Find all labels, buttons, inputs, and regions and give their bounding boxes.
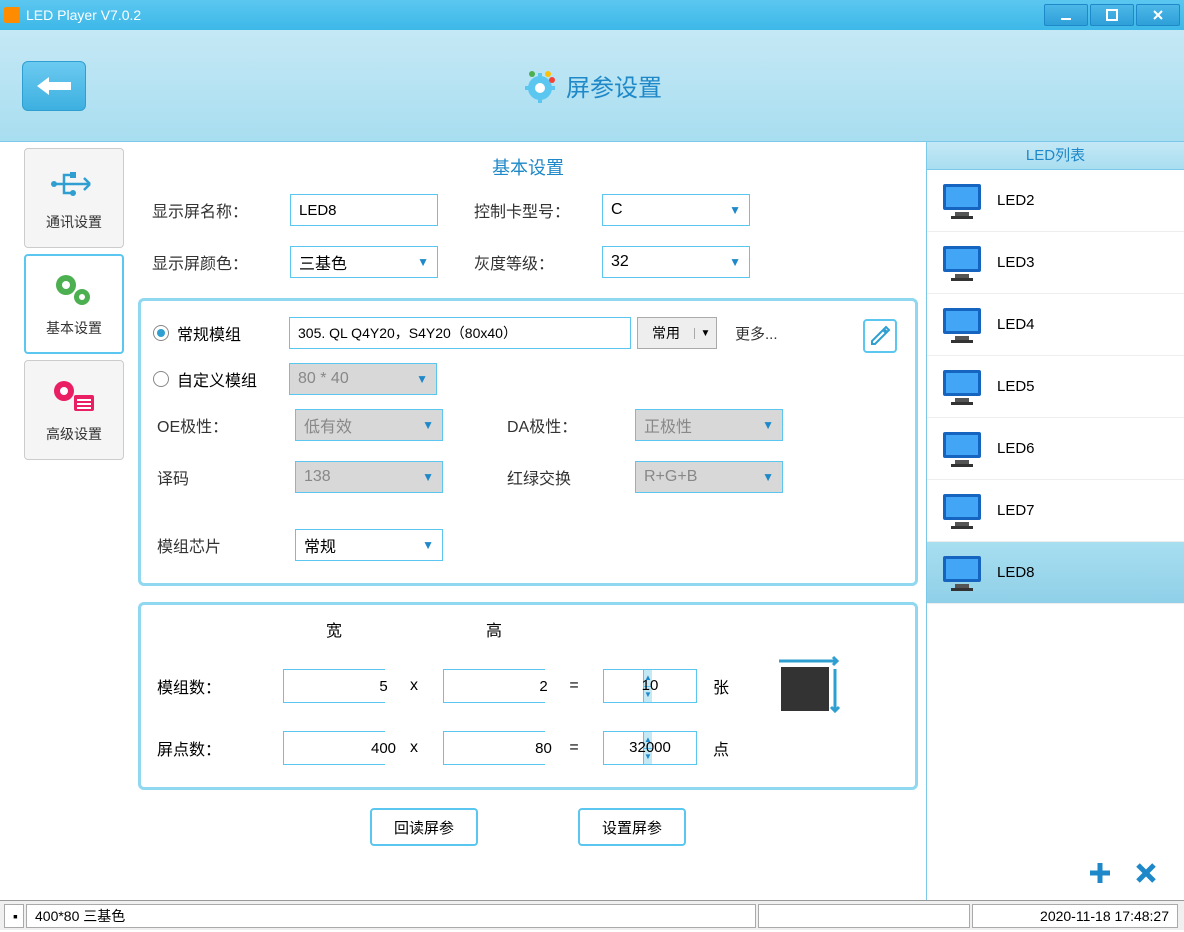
led-list-item[interactable]: LED5 bbox=[927, 356, 1184, 418]
module-total: 10 bbox=[603, 669, 697, 703]
minimize-button[interactable] bbox=[1044, 4, 1088, 26]
screen-color-select[interactable]: 三基色▼ bbox=[290, 246, 438, 278]
label-decode: 译码 bbox=[157, 465, 295, 489]
led-list-item[interactable]: LED6 bbox=[927, 418, 1184, 480]
gears-icon bbox=[50, 270, 98, 310]
chip-select[interactable]: 常规▼ bbox=[295, 529, 443, 561]
side-tabs: 通讯设置 基本设置 高级设置 bbox=[0, 142, 130, 900]
tab-label: 高级设置 bbox=[46, 424, 102, 444]
oe-select: 低有效▼ bbox=[295, 409, 443, 441]
common-dropdown-button[interactable]: 常用▼ bbox=[637, 317, 717, 349]
da-select: 正极性▼ bbox=[635, 409, 783, 441]
card-model-select[interactable]: C▼ bbox=[602, 194, 750, 226]
dot-width-spinner[interactable]: ▲▼ bbox=[283, 731, 385, 765]
app-title: LED Player V7.0.2 bbox=[26, 7, 141, 23]
label-chip: 模组芯片 bbox=[157, 533, 295, 557]
back-button[interactable] bbox=[22, 61, 86, 111]
screen-name-input[interactable] bbox=[290, 194, 438, 226]
monitor-icon bbox=[941, 554, 983, 592]
delete-led-button[interactable] bbox=[1132, 859, 1160, 887]
label-gray-level: 灰度等级： bbox=[474, 250, 602, 274]
rgb-select: R+G+B▼ bbox=[635, 461, 783, 493]
led-list: LED2LED3LED4LED5LED6LED7LED8 bbox=[927, 170, 1184, 846]
more-link[interactable]: 更多... bbox=[735, 323, 778, 344]
monitor-icon bbox=[941, 368, 983, 406]
module-desc-input[interactable] bbox=[289, 317, 631, 349]
pencil-icon bbox=[869, 325, 891, 347]
dot-height-spinner[interactable]: ▲▼ bbox=[443, 731, 545, 765]
led-list-title: LED列表 bbox=[927, 142, 1184, 170]
led-list-item[interactable]: LED2 bbox=[927, 170, 1184, 232]
status-icon: ▪ bbox=[4, 904, 24, 928]
radio-icon bbox=[153, 325, 169, 341]
led-list-item[interactable]: LED3 bbox=[927, 232, 1184, 294]
gray-level-select[interactable]: 32▼ bbox=[602, 246, 750, 278]
module-height-spinner[interactable]: ▲▼ bbox=[443, 669, 545, 703]
toolbar: 屏参设置 bbox=[0, 30, 1184, 142]
tab-label: 基本设置 bbox=[46, 318, 102, 338]
gear-list-icon bbox=[50, 376, 98, 416]
led-list-item[interactable]: LED4 bbox=[927, 294, 1184, 356]
decode-select: 138▼ bbox=[295, 461, 443, 493]
statusbar: ▪ 400*80 三基色 2020-11-18 17:48:27 bbox=[0, 900, 1184, 930]
add-led-button[interactable] bbox=[1086, 859, 1114, 887]
settings-gear-icon bbox=[522, 68, 558, 104]
set-params-button[interactable]: 设置屏参 bbox=[578, 808, 686, 846]
tab-comm-settings[interactable]: 通讯设置 bbox=[24, 148, 124, 248]
monitor-icon bbox=[941, 182, 983, 220]
dimension-panel: 宽 高 模组数： ▲▼ x ▲▼ = 10 张 bbox=[138, 602, 918, 790]
led-list-item[interactable]: LED8 bbox=[927, 542, 1184, 604]
app-icon bbox=[4, 7, 20, 23]
close-button[interactable] bbox=[1136, 4, 1180, 26]
label-screen-dots: 屏点数： bbox=[151, 736, 283, 760]
label-da: DA极性： bbox=[507, 413, 635, 437]
custom-size-select: 80 * 40▼ bbox=[289, 363, 437, 395]
module-width-spinner[interactable]: ▲▼ bbox=[283, 669, 385, 703]
edit-button[interactable] bbox=[863, 319, 897, 353]
monitor-icon bbox=[941, 244, 983, 282]
tab-advanced-settings[interactable]: 高级设置 bbox=[24, 360, 124, 460]
header-width: 宽 bbox=[283, 617, 385, 641]
tab-basic-settings[interactable]: 基本设置 bbox=[24, 254, 124, 354]
led-list-panel: LED列表 LED2LED3LED4LED5LED6LED7LED8 bbox=[926, 142, 1184, 900]
dot-total: 32000 bbox=[603, 731, 697, 765]
maximize-button[interactable] bbox=[1090, 4, 1134, 26]
section-title: 基本设置 bbox=[138, 154, 918, 180]
monitor-icon bbox=[941, 306, 983, 344]
header-height: 高 bbox=[443, 617, 545, 641]
page-title: 屏参设置 bbox=[566, 68, 662, 103]
titlebar: LED Player V7.0.2 bbox=[0, 0, 1184, 30]
status-datetime: 2020-11-18 17:48:27 bbox=[972, 904, 1178, 928]
read-params-button[interactable]: 回读屏参 bbox=[370, 808, 478, 846]
label-module-count: 模组数： bbox=[151, 674, 283, 698]
usb-icon bbox=[50, 164, 98, 204]
radio-normal-module[interactable]: 常规模组 bbox=[153, 321, 289, 345]
monitor-icon bbox=[941, 492, 983, 530]
monitor-icon bbox=[941, 430, 983, 468]
label-oe: OE极性： bbox=[157, 413, 295, 437]
label-screen-color: 显示屏颜色： bbox=[152, 250, 290, 274]
radio-icon bbox=[153, 371, 169, 387]
radio-custom-module[interactable]: 自定义模组 bbox=[153, 367, 289, 391]
label-card-model: 控制卡型号： bbox=[474, 198, 602, 222]
content-area: 基本设置 显示屏名称： 控制卡型号： C▼ 显示屏颜色： 三基色▼ 灰度等级： … bbox=[130, 142, 926, 900]
status-info: 400*80 三基色 bbox=[26, 904, 756, 928]
grid-illustration bbox=[773, 655, 845, 717]
label-rg-swap: 红绿交换 bbox=[507, 465, 635, 489]
label-screen-name: 显示屏名称： bbox=[152, 198, 290, 222]
led-list-item[interactable]: LED7 bbox=[927, 480, 1184, 542]
module-panel: 常规模组 常用▼ 更多... 自定义模组 80 * 40▼ OE极性： 低有效▼ bbox=[138, 298, 918, 586]
tab-label: 通讯设置 bbox=[46, 212, 102, 232]
